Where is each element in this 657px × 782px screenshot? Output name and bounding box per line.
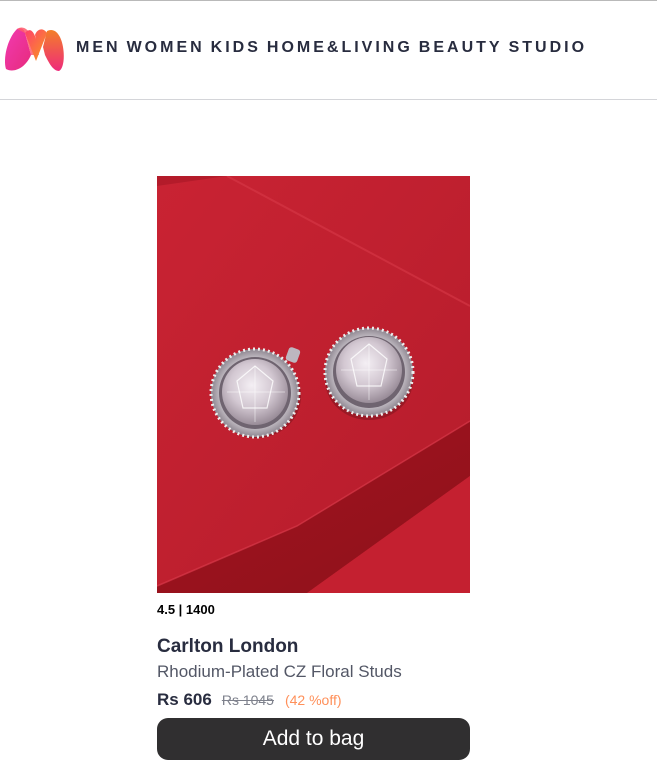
nav-item-studio[interactable]: STUDIO: [509, 39, 587, 57]
nav-item-men[interactable]: MEN: [76, 39, 121, 57]
product-image[interactable]: [157, 176, 470, 593]
original-price: Rs 1045: [221, 692, 274, 708]
nav-item-beauty[interactable]: BEAUTY: [419, 39, 503, 57]
product-rating: 4.5 | 1400: [157, 602, 215, 617]
right-earring-graphic: [323, 326, 415, 420]
discount-percentage: (42 %off): [284, 692, 342, 708]
nav-item-home-living[interactable]: HOME&LIVING: [267, 39, 413, 57]
earrings-photo: [157, 176, 470, 593]
product-card: 4.5 | 1400 Carlton London Rhodium-Plated…: [157, 176, 470, 760]
product-brand: Carlton London: [157, 636, 299, 657]
main-nav: MEN WOMEN KIDS HOME&LIVING BEAUTY STUDIO: [76, 39, 593, 57]
product-name: Rhodium-Plated CZ Floral Studs: [157, 662, 402, 681]
myntra-logo[interactable]: [3, 25, 68, 73]
nav-item-women[interactable]: WOMEN: [127, 39, 205, 57]
add-to-bag-button[interactable]: Add to bag: [157, 718, 470, 760]
selling-price: Rs 606: [157, 690, 212, 709]
nav-item-kids[interactable]: KIDS: [211, 39, 261, 57]
myntra-logo-icon: [5, 27, 64, 72]
page: MEN WOMEN KIDS HOME&LIVING BEAUTY STUDIO: [0, 0, 657, 782]
price-row: Rs 606 Rs 1045 (42 %off): [157, 690, 470, 714]
site-header: MEN WOMEN KIDS HOME&LIVING BEAUTY STUDIO: [0, 0, 657, 100]
